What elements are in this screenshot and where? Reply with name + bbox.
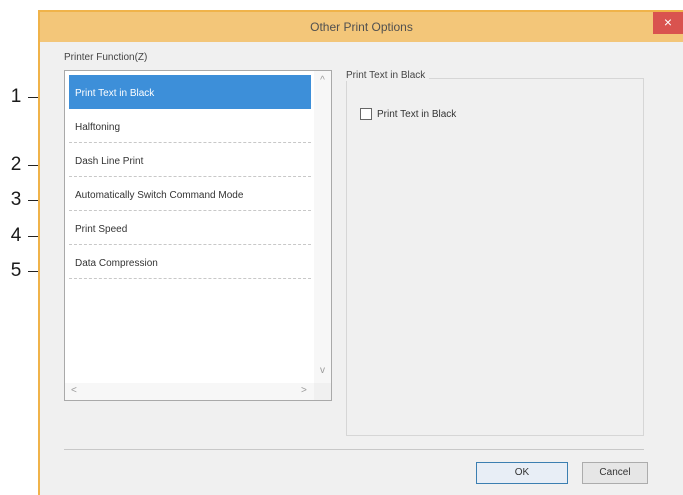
callout-3: 3 — [10, 189, 22, 210]
callout-5: 5 — [10, 260, 22, 281]
scroll-up-icon[interactable]: ^ — [314, 75, 331, 86]
list-item-dash-line-print[interactable]: Dash Line Print — [69, 143, 311, 177]
printer-function-list[interactable]: Print Text in Black Halftoning Dash Line… — [64, 70, 332, 401]
settings-groupbox-title: Print Text in Black — [342, 70, 430, 81]
dialog-title: Other Print Options — [310, 20, 413, 34]
print-text-in-black-checkbox[interactable] — [360, 108, 372, 120]
ok-button[interactable]: OK — [476, 462, 568, 484]
scroll-right-icon[interactable]: > — [301, 385, 307, 396]
other-print-options-dialog: Other Print Options × Printer Function(Z… — [38, 10, 683, 495]
footer-separator — [64, 449, 644, 450]
print-text-in-black-checkbox-label[interactable]: Print Text in Black — [377, 109, 456, 120]
callout-4: 4 — [10, 225, 22, 246]
list-item-data-compression[interactable]: Data Compression — [69, 245, 311, 279]
cancel-button[interactable]: Cancel — [582, 462, 648, 484]
settings-groupbox — [346, 78, 644, 436]
close-icon: × — [663, 14, 673, 30]
screenshot-stage: 1 2 3 4 5 Other Print Options × Printer … — [0, 0, 683, 495]
scroll-left-icon[interactable]: < — [71, 385, 77, 396]
list-item-print-text-in-black[interactable]: Print Text in Black — [69, 75, 311, 109]
horizontal-scrollbar[interactable]: < > — [65, 383, 316, 400]
printer-function-label: Printer Function(Z) — [64, 52, 148, 63]
scrollbar-corner — [314, 383, 331, 400]
close-button[interactable]: × — [653, 12, 683, 34]
callout-2: 2 — [10, 154, 22, 175]
list-item-halftoning[interactable]: Halftoning — [69, 109, 311, 143]
print-text-in-black-option[interactable]: Print Text in Black — [360, 106, 456, 122]
list-item-print-speed[interactable]: Print Speed — [69, 211, 311, 245]
list-item-auto-switch-command-mode[interactable]: Automatically Switch Command Mode — [69, 177, 311, 211]
callout-1: 1 — [10, 86, 22, 107]
scroll-down-icon[interactable]: v — [314, 365, 331, 376]
title-bar[interactable]: Other Print Options × — [40, 12, 683, 42]
vertical-scrollbar[interactable]: ^ v — [314, 71, 331, 383]
